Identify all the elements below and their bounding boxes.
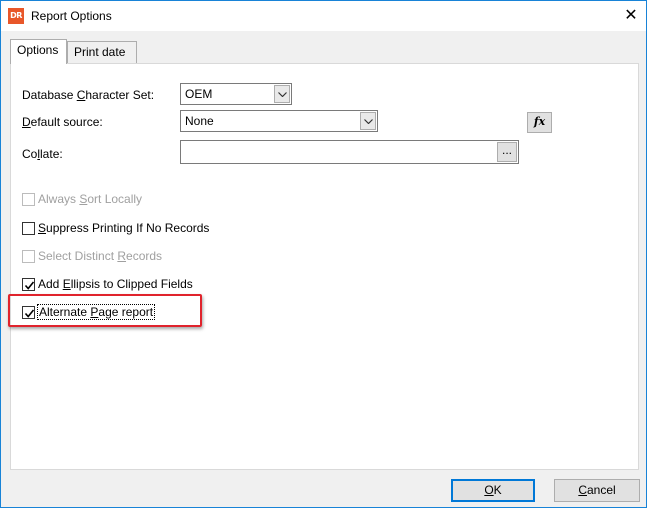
options-tab-page: Database Character Set: OEM Default sour… (10, 63, 639, 470)
close-button[interactable]: ✕ (616, 1, 646, 31)
title-bar[interactable]: DR Report Options ✕ (1, 1, 646, 31)
default-source-value: None (185, 114, 214, 128)
label-accelerator: R (117, 249, 127, 263)
label-part: uppress Printing If No Records (46, 221, 210, 235)
checkbox-box[interactable] (22, 193, 35, 206)
checkbox-label: Always Sort Locally (38, 192, 142, 206)
chevron-down-icon[interactable] (360, 112, 376, 130)
chevron-down-icon[interactable] (274, 85, 290, 103)
label-part: K (493, 483, 502, 497)
checkbox-label: Suppress Printing If No Records (38, 221, 209, 235)
label-part: Database (22, 88, 77, 102)
cancel-button[interactable]: Cancel (554, 479, 640, 502)
close-icon: ✕ (624, 7, 638, 24)
window-title: Report Options (31, 9, 112, 23)
label-part: Select Distinct (38, 249, 118, 263)
label-accelerator: D (22, 115, 31, 129)
highlight-annotation (8, 294, 202, 327)
label-part: haracter Set: (85, 88, 155, 102)
db-charset-select[interactable]: OEM (180, 83, 292, 105)
checkmark-icon (24, 281, 35, 290)
fx-icon: fx (533, 115, 546, 128)
label-accelerator: S (38, 221, 47, 235)
collate-browse-button[interactable]: ... (497, 142, 517, 162)
collate-field[interactable]: ... (180, 140, 519, 164)
label-accelerator: C (578, 483, 587, 497)
label-part: ancel (586, 483, 616, 497)
label-accelerator: O (484, 483, 494, 497)
label-part: ort Locally (87, 192, 143, 206)
label-part: ecords (126, 249, 163, 263)
formula-button[interactable]: fx (527, 112, 552, 133)
label-part: efault source: (30, 115, 103, 129)
label-part: Co (22, 147, 38, 161)
label-part: Add (38, 277, 63, 291)
label-part: llipsis to Clipped Fields (70, 277, 193, 291)
tab-print-date[interactable]: Print date (67, 41, 137, 63)
checkbox-label: Select Distinct Records (38, 249, 162, 263)
app-logo-icon: DR (8, 8, 24, 24)
default-source-select[interactable]: None (180, 110, 378, 132)
label-part: late: (40, 147, 63, 161)
checkbox-label: Add Ellipsis to Clipped Fields (38, 277, 193, 291)
tab-options[interactable]: Options (10, 39, 67, 64)
checkbox-box[interactable] (22, 278, 35, 291)
default-source-label: Default source: (22, 115, 103, 129)
db-charset-label: Database Character Set: (22, 88, 154, 102)
checkbox-box[interactable] (22, 222, 35, 235)
label-accelerator: E (62, 277, 71, 291)
label-part: Always (38, 192, 80, 206)
db-charset-value: OEM (185, 87, 213, 101)
report-options-dialog: DR Report Options ✕ Options Print date D… (0, 0, 647, 508)
collate-label: Collate: (22, 147, 63, 161)
checkbox-box[interactable] (22, 250, 35, 263)
ok-button[interactable]: OK (451, 479, 535, 502)
